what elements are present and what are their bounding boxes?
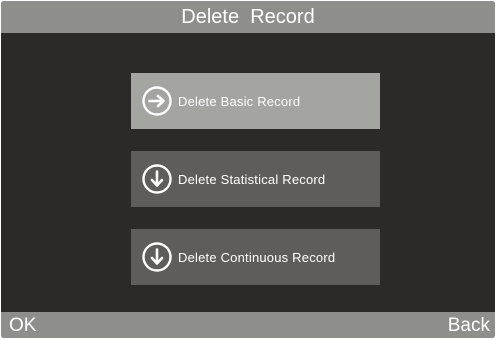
delete-basic-record-label: Delete Basic Record xyxy=(178,93,301,109)
softkey-bar: OK Back xyxy=(1,312,495,338)
arrow-down-circle-icon xyxy=(142,164,172,194)
delete-statistical-record-button[interactable]: Delete Statistical Record xyxy=(131,151,380,207)
device-screen: Delete Record Delete Basic Record Delete… xyxy=(1,1,495,338)
page-title: Delete Record xyxy=(1,1,495,33)
back-softkey[interactable]: Back xyxy=(448,312,490,338)
delete-statistical-record-label: Delete Statistical Record xyxy=(178,171,326,187)
delete-continuous-record-label: Delete Continuous Record xyxy=(178,249,336,265)
delete-basic-record-button[interactable]: Delete Basic Record xyxy=(131,73,380,129)
arrow-down-circle-icon xyxy=(142,242,172,272)
ok-softkey[interactable]: OK xyxy=(9,312,36,338)
delete-continuous-record-button[interactable]: Delete Continuous Record xyxy=(131,229,380,285)
arrow-right-circle-icon xyxy=(142,86,172,116)
